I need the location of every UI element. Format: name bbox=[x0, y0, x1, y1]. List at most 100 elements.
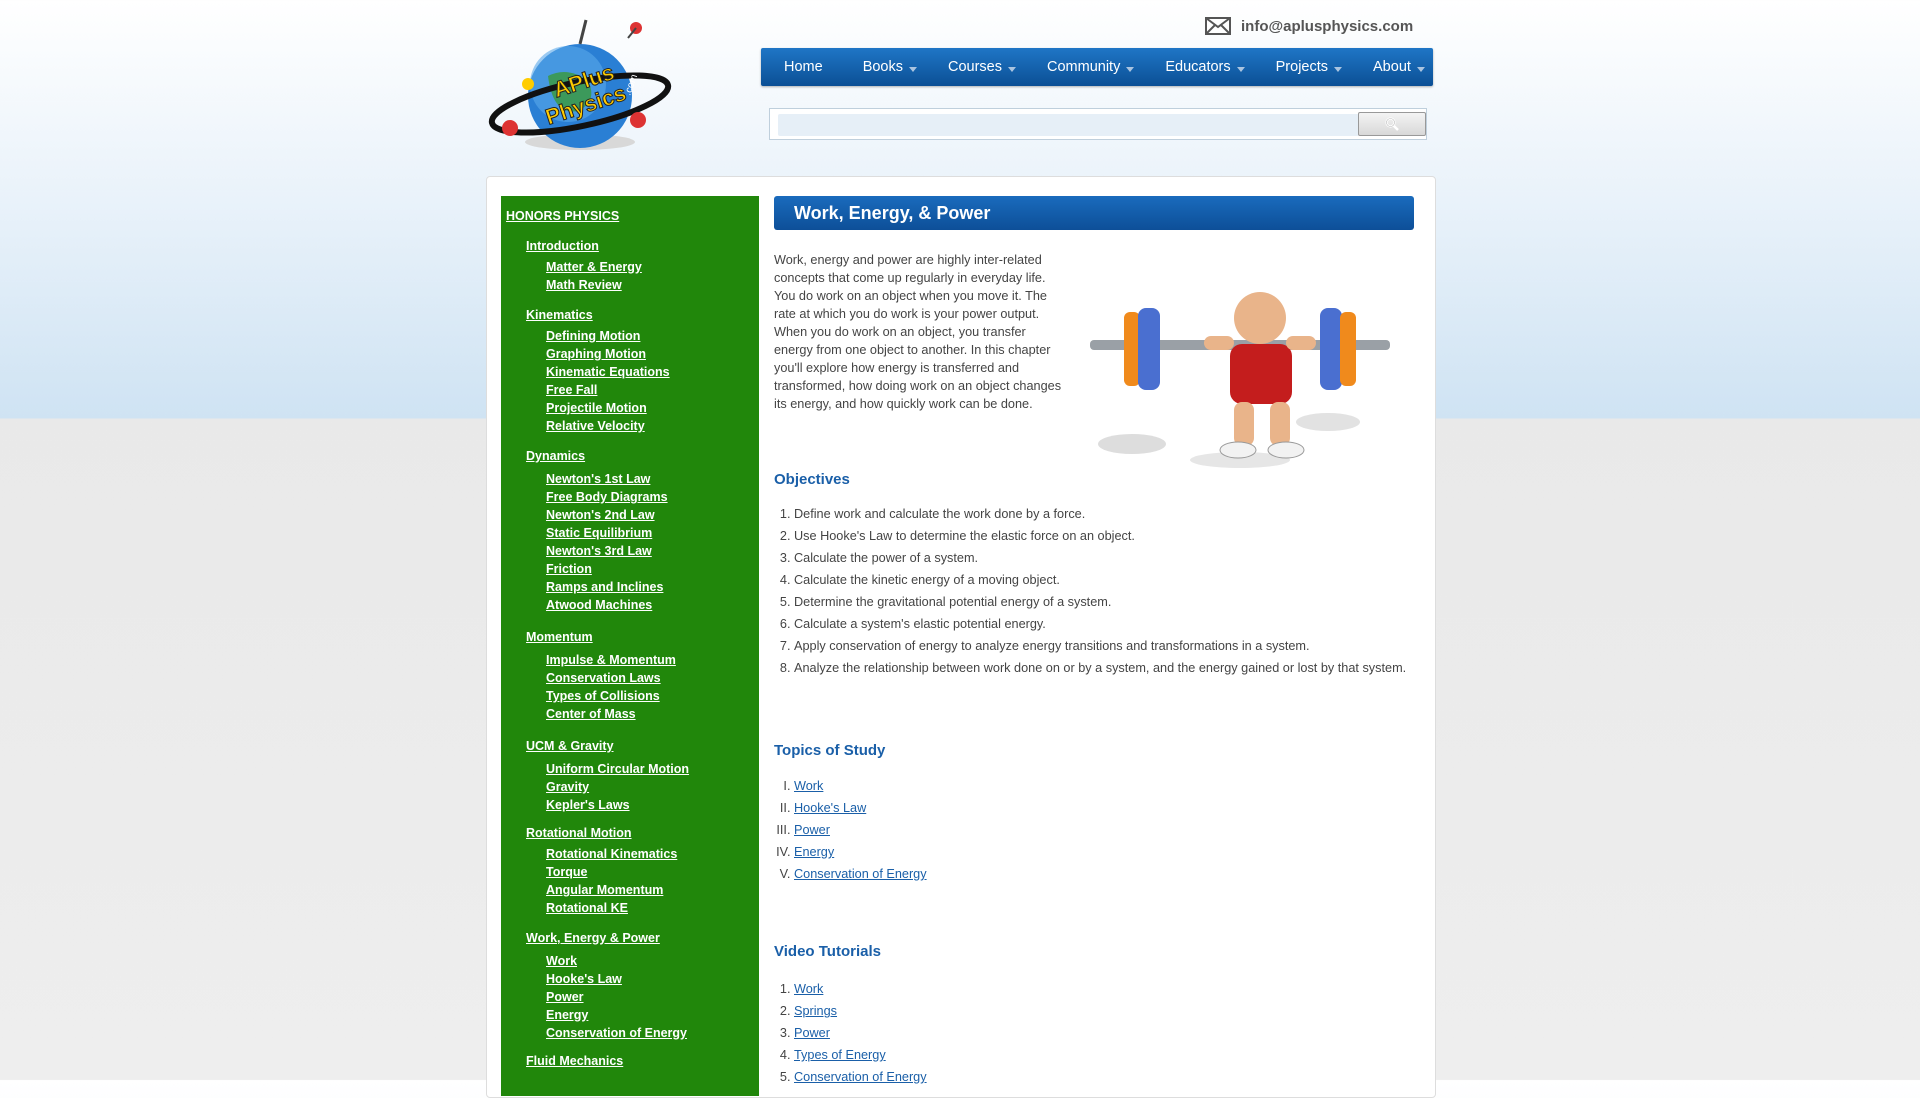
chevron-down-icon bbox=[1126, 66, 1135, 72]
weightlifter-image bbox=[1080, 262, 1400, 472]
objective-item: Calculate a system's elastic potential e… bbox=[794, 615, 1414, 633]
sidebar-item[interactable]: Ramps and Inclines bbox=[546, 580, 663, 594]
sidebar-item[interactable]: Free Body Diagrams bbox=[546, 490, 668, 504]
chevron-down-icon bbox=[1236, 66, 1245, 72]
topic-link[interactable]: Work bbox=[794, 779, 823, 793]
video-item: Power bbox=[794, 1024, 1194, 1042]
topic-item: Conservation of Energy bbox=[794, 865, 1194, 883]
page-title-bar: Work, Energy, & Power bbox=[774, 196, 1414, 230]
contact-email-text[interactable]: info@aplusphysics.com bbox=[1241, 18, 1413, 35]
sidebar-item[interactable]: Conservation Laws bbox=[546, 671, 661, 685]
nav-about[interactable]: About bbox=[1353, 48, 1436, 86]
sidebar-section-work-energy-power[interactable]: Work, Energy & Power bbox=[526, 931, 660, 945]
sidebar-item[interactable]: Hooke's Law bbox=[546, 972, 622, 986]
nav-projects[interactable]: Projects bbox=[1256, 48, 1353, 86]
sidebar-section-introduction[interactable]: Introduction bbox=[526, 239, 599, 253]
topic-link[interactable]: Hooke's Law bbox=[794, 801, 866, 815]
sidebar-item[interactable]: Math Review bbox=[546, 278, 622, 292]
nav-home-label: Home bbox=[784, 59, 823, 75]
contact-email[interactable]: info@aplusphysics.com bbox=[1205, 14, 1413, 38]
sidebar-item[interactable]: Projectile Motion bbox=[546, 401, 647, 415]
sidebar-item[interactable]: Impulse & Momentum bbox=[546, 653, 676, 667]
topic-link[interactable]: Conservation of Energy bbox=[794, 867, 927, 881]
sidebar-item[interactable]: Types of Collisions bbox=[546, 689, 660, 703]
sidebar-item[interactable]: Kepler's Laws bbox=[546, 798, 630, 812]
sidebar-item[interactable]: Static Equilibrium bbox=[546, 526, 652, 540]
topic-item: Work bbox=[794, 777, 1194, 795]
sidebar-item[interactable]: Atwood Machines bbox=[546, 598, 652, 612]
objective-item: Calculate the kinetic energy of a moving… bbox=[794, 571, 1414, 589]
nav-courses[interactable]: Courses bbox=[928, 48, 1027, 86]
search-input[interactable] bbox=[778, 114, 1359, 136]
sidebar-item[interactable]: Graphing Motion bbox=[546, 347, 646, 361]
sidebar-item[interactable]: Center of Mass bbox=[546, 707, 636, 721]
sidebar-item[interactable]: Rotational Kinematics bbox=[546, 847, 677, 861]
topic-link[interactable]: Power bbox=[794, 823, 830, 837]
nav-books[interactable]: Books bbox=[843, 48, 928, 86]
topic-item: Hooke's Law bbox=[794, 799, 1194, 817]
video-item: Springs bbox=[794, 1002, 1194, 1020]
sidebar-section-ucm-gravity[interactable]: UCM & Gravity bbox=[526, 739, 614, 753]
chevron-down-icon bbox=[1416, 66, 1425, 72]
nav-projects-label: Projects bbox=[1275, 59, 1329, 75]
sidebar-item[interactable]: Power bbox=[546, 990, 584, 1004]
site-search bbox=[769, 108, 1427, 140]
sidebar-item[interactable]: Friction bbox=[546, 562, 592, 576]
sidebar-item[interactable]: Newton's 2nd Law bbox=[546, 508, 655, 522]
search-icon bbox=[1385, 117, 1399, 131]
sidebar-item[interactable]: Kinematic Equations bbox=[546, 365, 670, 379]
video-item: Work bbox=[794, 980, 1194, 998]
topic-item: Energy bbox=[794, 843, 1194, 861]
objective-item: Calculate the power of a system. bbox=[794, 549, 1414, 567]
weightlifter-illustration bbox=[1090, 292, 1390, 468]
video-link[interactable]: Conservation of Energy bbox=[794, 1070, 927, 1084]
objective-item: Use Hooke's Law to determine the elastic… bbox=[794, 527, 1414, 545]
sidebar-item[interactable]: Newton's 1st Law bbox=[546, 472, 650, 486]
sidebar-item[interactable]: Torque bbox=[546, 865, 587, 879]
chevron-down-icon bbox=[909, 66, 917, 72]
sidebar-item[interactable]: Newton's 3rd Law bbox=[546, 544, 652, 558]
sidebar-item[interactable]: Relative Velocity bbox=[546, 419, 645, 433]
sidebar-item[interactable]: Uniform Circular Motion bbox=[546, 762, 689, 776]
sidebar-item[interactable]: Energy bbox=[546, 1008, 588, 1022]
sidebar-section-dynamics[interactable]: Dynamics bbox=[526, 449, 585, 463]
video-link[interactable]: Power bbox=[794, 1026, 830, 1040]
sidebar-item[interactable]: Rotational KE bbox=[546, 901, 628, 915]
objective-item: Determine the gravitational potential en… bbox=[794, 593, 1414, 611]
video-link[interactable]: Types of Energy bbox=[794, 1048, 886, 1062]
page-title: Work, Energy, & Power bbox=[794, 203, 991, 223]
video-item: Types of Energy bbox=[794, 1046, 1194, 1064]
chevron-down-icon bbox=[1008, 66, 1016, 72]
sidebar-item[interactable]: Matter & Energy bbox=[546, 260, 642, 274]
sidebar-section-fluid-mechanics[interactable]: Fluid Mechanics bbox=[526, 1054, 623, 1068]
videos-list: Work Springs Power Types of Energy Conse… bbox=[774, 980, 1194, 1090]
sidebar-item[interactable]: Free Fall bbox=[546, 383, 597, 397]
sidebar-section-kinematics[interactable]: Kinematics bbox=[526, 308, 593, 322]
sidebar-section-rotational-motion[interactable]: Rotational Motion bbox=[526, 826, 632, 840]
sidebar-item[interactable]: Conservation of Energy bbox=[546, 1026, 687, 1040]
sidebar-title[interactable]: HONORS PHYSICS bbox=[506, 209, 619, 223]
topics-list: Work Hooke's Law Power Energy Conservati… bbox=[774, 777, 1194, 887]
nav-courses-label: Courses bbox=[948, 59, 1002, 75]
video-link[interactable]: Work bbox=[794, 982, 823, 996]
sidebar-item[interactable]: Defining Motion bbox=[546, 329, 640, 343]
nav-educators-label: Educators bbox=[1165, 59, 1231, 75]
nav-home[interactable]: Home bbox=[761, 48, 843, 86]
nav-educators[interactable]: Educators bbox=[1145, 48, 1255, 86]
search-button[interactable] bbox=[1358, 112, 1426, 136]
nav-about-label: About bbox=[1373, 59, 1411, 75]
sidebar-section-momentum[interactable]: Momentum bbox=[526, 630, 593, 644]
video-link[interactable]: Springs bbox=[794, 1004, 837, 1018]
objective-item: Apply conservation of energy to analyze … bbox=[794, 637, 1414, 655]
objectives-list: Define work and calculate the work done … bbox=[774, 505, 1414, 681]
nav-community-label: Community bbox=[1047, 59, 1121, 75]
topics-heading: Topics of Study bbox=[774, 742, 886, 759]
nav-books-label: Books bbox=[862, 59, 903, 75]
topic-link[interactable]: Energy bbox=[794, 845, 834, 859]
sidebar-item[interactable]: Gravity bbox=[546, 780, 589, 794]
site-logo[interactable]: APlus Physics .com bbox=[488, 16, 673, 156]
videos-heading: Video Tutorials bbox=[774, 943, 881, 960]
nav-community[interactable]: Community bbox=[1027, 48, 1145, 86]
sidebar-item[interactable]: Angular Momentum bbox=[546, 883, 663, 897]
sidebar-item[interactable]: Work bbox=[546, 954, 577, 968]
